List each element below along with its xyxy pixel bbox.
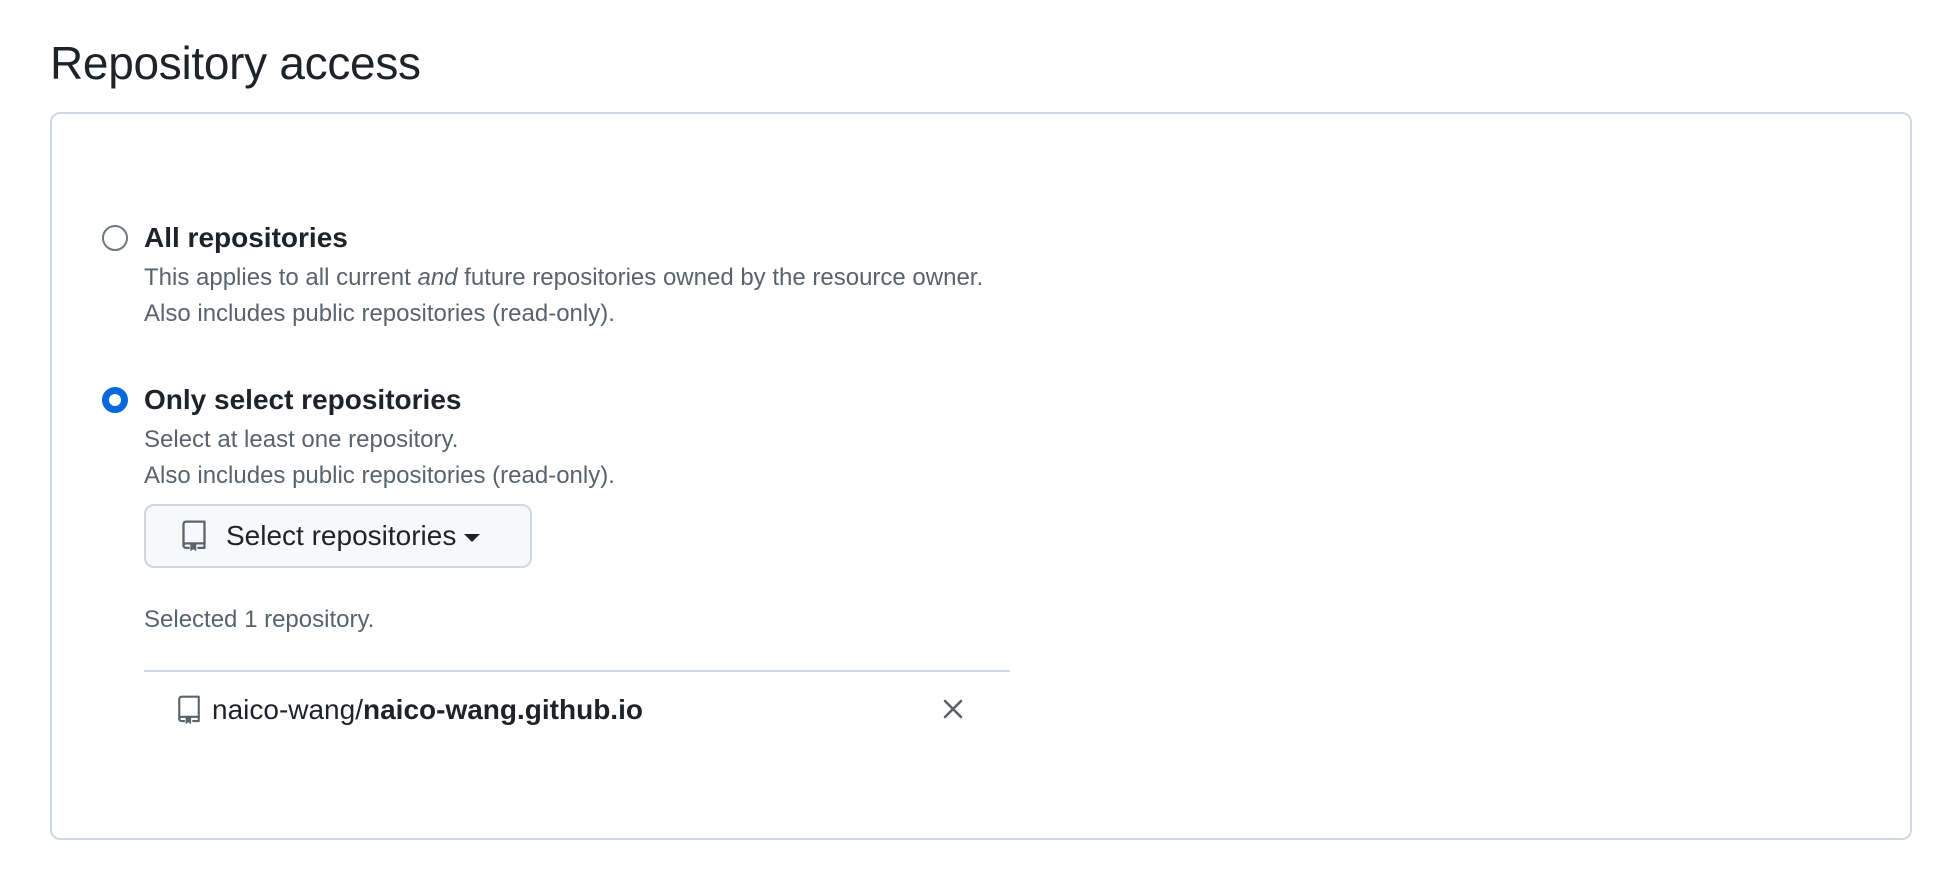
all-repositories-description-line-2: Also includes public repositories (read-… — [144, 300, 615, 327]
only-select-repositories-radio[interactable] — [102, 387, 128, 413]
desc-text-emphasis: and — [417, 264, 458, 291]
x-icon — [943, 699, 963, 719]
remove-repository-button[interactable] — [938, 694, 968, 724]
option-all-header: All repositories — [102, 216, 983, 260]
option-only-select-repositories: Only select repositories Select at least… — [102, 378, 1010, 748]
option-all-repositories: All repositories This applies to all cur… — [102, 216, 983, 332]
selected-repository-list: naico-wang/naico-wang.github.io — [144, 670, 1010, 748]
all-repositories-radio[interactable] — [102, 225, 128, 251]
option-select-header: Only select repositories — [102, 378, 1010, 422]
only-select-description-line-1: Select at least one repository. — [144, 426, 459, 453]
only-select-description-line-2: Also includes public repositories (read-… — [144, 462, 615, 489]
desc-text-after: future repositories owned by the resourc… — [457, 264, 984, 291]
selected-count-text: Selected 1 repository. — [144, 606, 375, 633]
repo-icon — [180, 520, 208, 552]
only-select-repositories-label[interactable]: Only select repositories — [144, 384, 461, 416]
repository-name: naico-wang.github.io — [362, 694, 643, 725]
select-repositories-label: Select repositories — [226, 520, 457, 551]
select-repositories-button[interactable]: Select repositories — [144, 504, 532, 568]
repo-icon — [176, 694, 202, 726]
all-repositories-description-line-1: This applies to all current and future r… — [144, 260, 983, 296]
page-title: Repository access — [50, 37, 421, 89]
triangle-down-icon — [464, 534, 481, 542]
selected-repository-item: naico-wang/naico-wang.github.io — [176, 692, 643, 728]
all-repositories-label[interactable]: All repositories — [144, 222, 348, 254]
repository-access-panel: All repositories This applies to all cur… — [50, 112, 1912, 840]
desc-text-before: This applies to all current — [144, 264, 418, 291]
repository-owner: naico-wang/ — [212, 694, 363, 725]
